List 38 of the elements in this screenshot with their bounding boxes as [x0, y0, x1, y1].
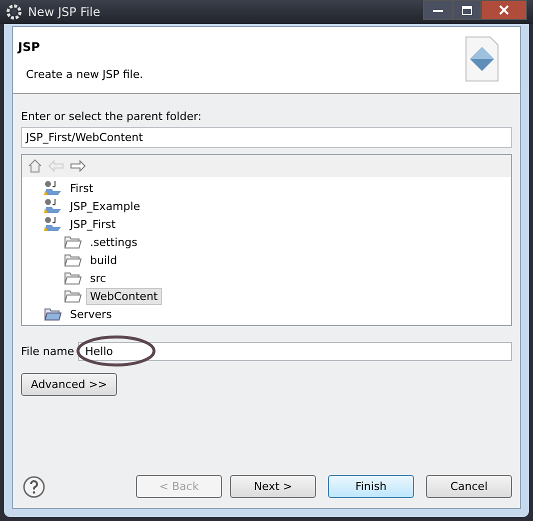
home-icon[interactable]: [28, 159, 42, 173]
gear-icon: [6, 4, 22, 20]
project-icon: [44, 216, 62, 232]
file-name-label: File name: [21, 345, 74, 358]
project-icon: [44, 180, 62, 196]
forward-arrow-icon[interactable]: [70, 160, 86, 172]
tree-item[interactable]: src: [86, 270, 110, 286]
page-description: Create a new JSP file.: [26, 68, 144, 81]
tree-item[interactable]: build: [86, 252, 122, 268]
tree-item[interactable]: WebContent: [86, 288, 162, 304]
minimize-button[interactable]: [423, 0, 453, 20]
file-name-field[interactable]: Hello: [78, 342, 512, 361]
maximize-icon: [462, 6, 472, 14]
tree-item[interactable]: JSP_Example: [66, 198, 144, 214]
tree-item[interactable]: JSP_First: [66, 216, 120, 232]
tree-item[interactable]: First: [66, 180, 98, 196]
folder-icon: [44, 307, 62, 321]
dialog-button[interactable]: Finish: [328, 475, 414, 498]
folder-icon: [64, 289, 82, 303]
help-icon[interactable]: [23, 476, 45, 498]
window-title: New JSP File: [28, 5, 100, 19]
dialog-button[interactable]: Cancel: [426, 475, 512, 498]
folder-icon: [64, 235, 82, 249]
minimize-icon: [433, 8, 443, 12]
file-icon: [464, 35, 500, 83]
project-icon: [44, 198, 62, 214]
folder-icon: [64, 271, 82, 285]
folder-field[interactable]: JSP_First/WebContent: [21, 127, 512, 148]
close-icon: [499, 5, 509, 15]
page-title: JSP: [18, 40, 41, 54]
tree-item[interactable]: Servers: [66, 306, 116, 322]
dialog-button[interactable]: Next >: [230, 475, 316, 498]
folder-label: Enter or select the parent folder:: [21, 110, 202, 123]
tree-item[interactable]: .settings: [86, 234, 142, 250]
maximize-button[interactable]: [453, 0, 481, 20]
advanced-button[interactable]: Advanced >>: [21, 373, 117, 396]
folder-icon: [64, 253, 82, 267]
close-button[interactable]: [481, 0, 527, 20]
